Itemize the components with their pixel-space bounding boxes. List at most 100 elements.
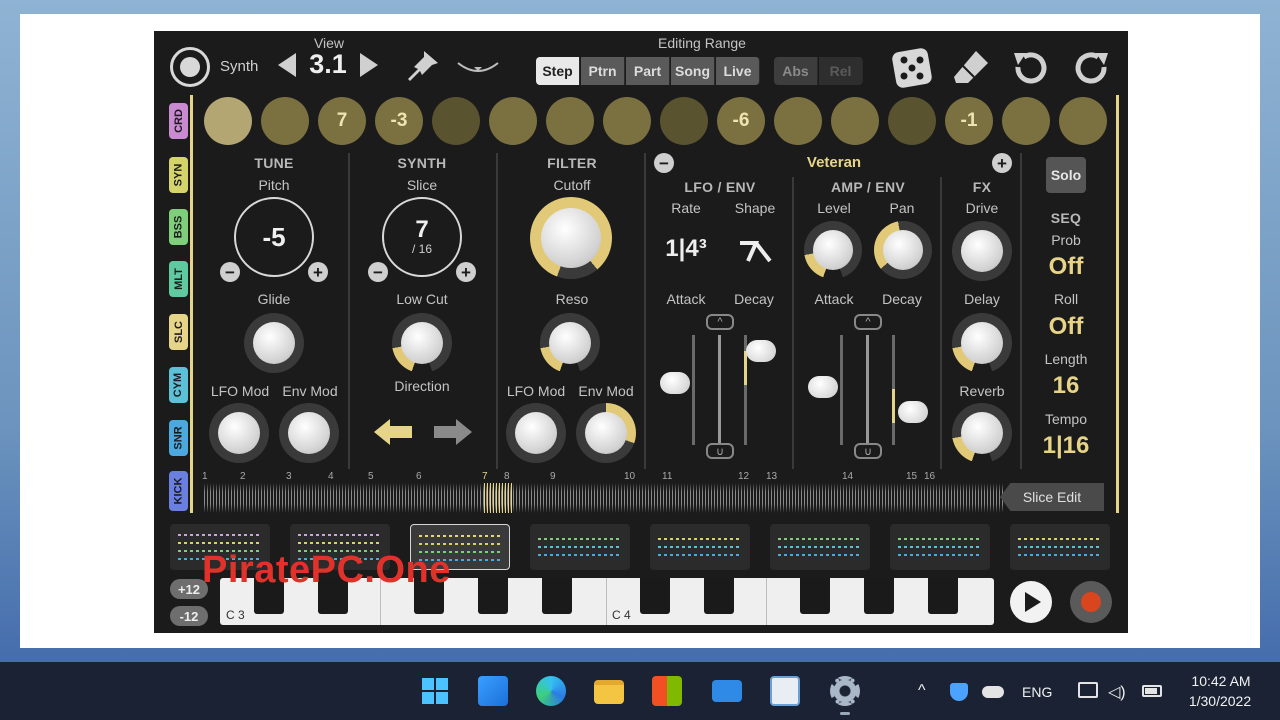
step-3[interactable]: 7 (318, 97, 366, 145)
amp-attack-slider[interactable] (808, 376, 838, 398)
roll-value[interactable]: Off (1026, 313, 1106, 341)
tray-chevron-icon[interactable]: ^ (918, 682, 926, 700)
tab-syn[interactable]: SYN (169, 157, 188, 193)
slice-dial[interactable]: 7 / 16 (382, 197, 462, 277)
battery-icon[interactable] (1142, 685, 1162, 697)
step-11[interactable] (774, 97, 822, 145)
length-value[interactable]: 16 (1026, 372, 1106, 400)
preset-minus-button[interactable]: − (654, 153, 674, 173)
file-explorer-icon[interactable] (594, 680, 624, 704)
waveform[interactable] (204, 483, 1004, 513)
delay-knob[interactable] (952, 313, 1012, 373)
reso-knob[interactable] (540, 313, 600, 373)
tune-env-mod-knob[interactable] (279, 403, 339, 463)
piano-black-key[interactable] (478, 578, 508, 614)
volume-icon[interactable]: ◁) (1108, 682, 1126, 702)
shape-saw-icon[interactable] (736, 237, 772, 263)
pan-knob[interactable] (874, 221, 932, 279)
glide-knob[interactable] (244, 313, 304, 373)
record-button[interactable] (1070, 581, 1112, 623)
step-12[interactable] (831, 97, 879, 145)
logo-knob-icon[interactable] (170, 47, 210, 87)
filter-lfo-mod-knob[interactable] (506, 403, 566, 463)
step-7[interactable] (546, 97, 594, 145)
language-indicator[interactable]: ENG (1022, 684, 1052, 700)
pin-icon[interactable] (398, 47, 442, 87)
range-song-button[interactable]: Song (671, 57, 715, 85)
low-cut-knob[interactable] (392, 313, 452, 373)
rate-value[interactable]: 1|4³ (654, 235, 718, 263)
step-4[interactable]: -3 (375, 97, 423, 145)
pitch-minus-button[interactable]: − (220, 262, 240, 282)
range-ptrn-button[interactable]: Ptrn (581, 57, 625, 85)
onedrive-cloud-icon[interactable] (982, 686, 1004, 698)
eye-closed-icon[interactable] (456, 57, 500, 79)
slice-plus-button[interactable]: + (456, 262, 476, 282)
step-8[interactable] (603, 97, 651, 145)
range-part-button[interactable]: Part (626, 57, 670, 85)
piano-black-key[interactable] (800, 578, 830, 614)
level-knob[interactable] (804, 221, 862, 279)
tune-lfo-mod-knob[interactable] (209, 403, 269, 463)
octave-down-button[interactable]: -12 (170, 606, 208, 626)
lfo-decay-slider[interactable] (746, 340, 776, 362)
eraser-icon[interactable] (950, 47, 992, 89)
mail-icon[interactable] (712, 680, 742, 702)
drive-knob[interactable] (952, 221, 1012, 281)
filter-env-mod-knob[interactable] (576, 403, 636, 463)
view-prev-icon[interactable] (278, 53, 296, 77)
step-15[interactable] (1002, 97, 1050, 145)
step-10[interactable]: -6 (717, 97, 765, 145)
tab-kick[interactable]: KICK (169, 471, 188, 511)
pitch-dial[interactable]: -5 (234, 197, 314, 277)
pattern-slot[interactable] (770, 524, 870, 570)
mode-abs-button[interactable]: Abs (774, 57, 818, 85)
piano-black-key[interactable] (704, 578, 734, 614)
reverb-knob[interactable] (952, 403, 1012, 463)
amp-up-button[interactable]: ^ (854, 314, 882, 330)
store-icon[interactable] (652, 676, 682, 706)
cutoff-knob[interactable] (530, 197, 612, 279)
settings-gear-icon[interactable] (830, 676, 860, 706)
paint-app-icon[interactable] (770, 676, 800, 706)
prob-value[interactable]: Off (1026, 253, 1106, 281)
lfo-attack-slider[interactable] (660, 372, 690, 394)
range-live-button[interactable]: Live (716, 57, 760, 85)
tab-snr[interactable]: SNR (169, 420, 188, 456)
edge-browser-icon[interactable] (536, 676, 566, 706)
step-1[interactable] (204, 97, 252, 145)
piano-white-key[interactable] (766, 578, 767, 625)
tab-bss[interactable]: BSS (169, 209, 188, 245)
widgets-icon[interactable] (478, 676, 508, 706)
step-2[interactable] (261, 97, 309, 145)
step-13[interactable] (888, 97, 936, 145)
windows-start-icon[interactable] (420, 676, 450, 706)
redo-icon[interactable] (1072, 49, 1112, 87)
pattern-slot[interactable] (650, 524, 750, 570)
pattern-slot[interactable] (1010, 524, 1110, 570)
clock-time[interactable]: 10:42 AM (1186, 673, 1256, 689)
mode-rel-button[interactable]: Rel (819, 57, 863, 85)
solo-button[interactable]: Solo (1046, 157, 1086, 193)
step-14[interactable]: -1 (945, 97, 993, 145)
direction-reverse-icon[interactable] (372, 417, 414, 447)
slice-minus-button[interactable]: − (368, 262, 388, 282)
preset-plus-button[interactable]: + (992, 153, 1012, 173)
piano-black-key[interactable] (864, 578, 894, 614)
tab-slc[interactable]: SLC (169, 314, 188, 350)
dice-icon[interactable] (890, 46, 934, 90)
direction-forward-icon[interactable] (432, 417, 474, 447)
lfo-down-button[interactable]: ∪ (706, 443, 734, 459)
pattern-slot[interactable] (530, 524, 630, 570)
step-16[interactable] (1059, 97, 1107, 145)
slice-edit-button[interactable]: Slice Edit (1000, 483, 1104, 511)
defender-shield-icon[interactable] (950, 683, 968, 701)
undo-icon[interactable] (1010, 49, 1050, 87)
piano-black-key[interactable] (928, 578, 958, 614)
lfo-up-button[interactable]: ^ (706, 314, 734, 330)
pitch-plus-button[interactable]: + (308, 262, 328, 282)
step-5[interactable] (432, 97, 480, 145)
piano-black-key[interactable] (640, 578, 670, 614)
piano-black-key[interactable] (542, 578, 572, 614)
tempo-value[interactable]: 1|16 (1026, 432, 1106, 460)
